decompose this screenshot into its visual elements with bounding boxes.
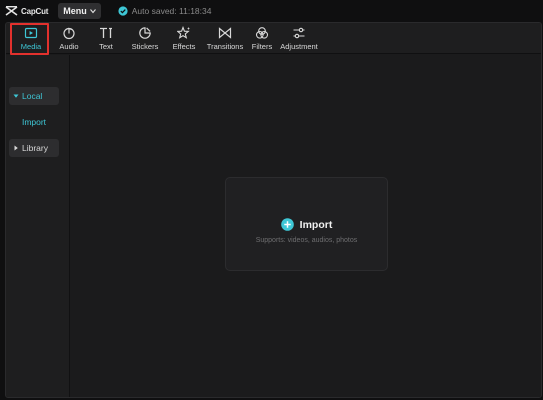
supported-formats-text: Supports: videos, audios, photos xyxy=(255,237,358,244)
autosave-text: Auto saved: 11:18:34 xyxy=(131,6,212,16)
tab-effects-label: Effects xyxy=(172,42,196,51)
app-brand: CapCut xyxy=(5,5,48,17)
top-toolbar: Media Audio Text Stickers Effects Transi… xyxy=(6,23,541,55)
tab-media[interactable]: Media xyxy=(14,24,48,53)
tab-media-label: Media xyxy=(20,42,42,51)
tab-transitions[interactable]: Transitions xyxy=(203,24,247,53)
plus-circle-icon xyxy=(280,218,294,231)
tab-audio[interactable]: Audio xyxy=(54,24,84,53)
import-button[interactable]: Import xyxy=(226,218,387,231)
capcut-logo-icon xyxy=(5,6,18,16)
tab-adjustment[interactable]: Adjustment xyxy=(278,24,320,53)
app-name: CapCut xyxy=(21,6,49,16)
tab-filters-label: Filters xyxy=(251,42,273,51)
tab-text-label: Text xyxy=(99,42,113,51)
tab-transitions-label: Transitions xyxy=(206,42,244,51)
media-sidebar: Local Import Library xyxy=(6,55,70,397)
sidebar-item-import[interactable]: Import xyxy=(9,113,59,131)
transition-bowtie-icon xyxy=(218,27,232,39)
app-window: Media Audio Text Stickers Effects Transi… xyxy=(5,22,542,398)
text-icon xyxy=(100,27,112,38)
caret-right-icon xyxy=(14,145,18,151)
title-bar: CapCut Menu Auto saved: 11:18:34 xyxy=(0,0,543,22)
tab-effects[interactable]: Effects xyxy=(169,24,199,53)
adjustment-sliders-icon xyxy=(293,27,305,39)
sidebar-item-import-label: Import xyxy=(21,117,47,127)
tab-stickers-label: Stickers xyxy=(131,42,159,51)
sticker-icon xyxy=(139,27,151,39)
sidebar-item-library[interactable]: Library xyxy=(9,139,59,157)
tab-adjustment-label: Adjustment xyxy=(280,42,318,51)
tab-audio-label: Audio xyxy=(59,42,79,51)
caret-down-icon xyxy=(13,94,19,98)
import-drop-zone[interactable]: Import Supports: videos, audios, photos xyxy=(225,177,388,271)
chevron-down-icon xyxy=(89,9,96,14)
check-circle-icon xyxy=(118,6,128,16)
autosave-status: Auto saved: 11:18:34 xyxy=(118,6,212,16)
tab-filters[interactable]: Filters xyxy=(248,24,276,53)
menu-button[interactable]: Menu xyxy=(58,3,101,19)
media-play-icon xyxy=(24,27,38,39)
import-button-label: Import xyxy=(299,218,333,231)
filters-circles-icon xyxy=(255,27,269,39)
tab-text[interactable]: Text xyxy=(92,24,120,53)
tab-stickers[interactable]: Stickers xyxy=(128,24,162,53)
menu-button-label: Menu xyxy=(63,6,87,16)
effects-star-icon xyxy=(177,26,191,39)
sidebar-item-local-label: Local xyxy=(22,91,43,101)
sidebar-item-local[interactable]: Local xyxy=(9,87,59,105)
media-main-area: Import Supports: videos, audios, photos xyxy=(71,55,541,397)
audio-icon xyxy=(63,27,75,40)
sidebar-item-library-label: Library xyxy=(22,143,48,153)
